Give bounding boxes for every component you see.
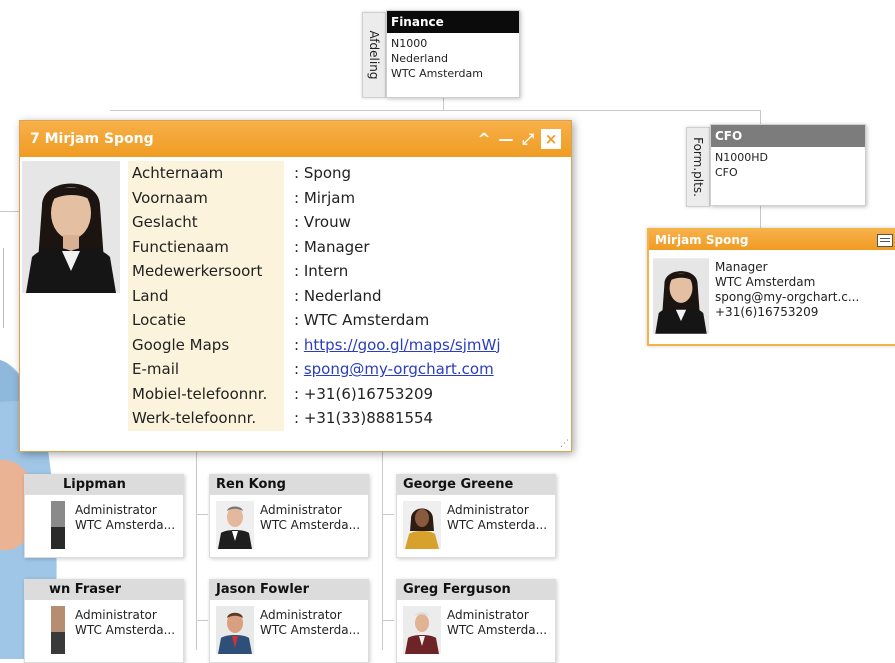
employee-card[interactable]: Greg Ferguson Administrator WTC Amsterda.… (396, 579, 556, 663)
employee-card[interactable]: Lippman Administrator WTC Amsterda... (24, 474, 184, 558)
detail-row-voornaam: Voornaam: Mirjam (128, 185, 505, 210)
employee-name: Lippman (25, 475, 183, 495)
position-role: CFO (715, 166, 738, 179)
employee-photo (22, 161, 120, 293)
department-location: WTC Amsterdam (391, 67, 483, 80)
employee-location: WTC Amsterda... (75, 518, 176, 532)
employee-role: Administrator (447, 608, 529, 622)
employee-location: WTC Amsterda... (260, 518, 361, 532)
position-code: N1000HD (715, 151, 768, 164)
department-country: Nederland (391, 52, 449, 65)
detail-row-mobiel: Mobiel-telefoonnr.: +31(6)16753209 (128, 381, 505, 406)
connector-line (110, 110, 760, 111)
manager-card-title: Manager (715, 260, 768, 274)
manager-card-phone: +31(6)16753209 (715, 305, 819, 319)
employee-name: George Greene (397, 475, 555, 495)
employee-photo (403, 606, 441, 654)
manager-card-location: WTC Amsterdam (715, 275, 816, 289)
connector-line (0, 211, 20, 212)
partial-card-left (0, 248, 4, 328)
department-card[interactable]: Finance N1000 Nederland WTC Amsterdam (386, 10, 520, 98)
department-code: N1000 (391, 37, 428, 50)
employee-role: Administrator (75, 608, 157, 622)
employee-location: WTC Amsterda... (447, 623, 548, 637)
employee-name: Ren Kong (210, 475, 368, 495)
employee-photo (216, 606, 254, 654)
position-card[interactable]: CFO N1000HD CFO (710, 124, 866, 206)
detail-row-land: Land: Nederland (128, 283, 505, 308)
department-title: Finance (387, 11, 519, 33)
detail-row-werk: Werk-telefoonnr.: +31(33)8881554 (128, 406, 505, 431)
employee-card[interactable]: Ren Kong Administrator WTC Amsterda... (209, 474, 369, 558)
connector-line (196, 514, 208, 515)
detail-row-email: E-mail: spong@my-orgchart.com (128, 357, 505, 382)
employee-photo (403, 501, 441, 549)
department-type-tab: Afdeling (362, 12, 386, 98)
employee-card[interactable]: Jason Fowler Administrator WTC Amsterda..… (209, 579, 369, 663)
email-link[interactable]: spong@my-orgchart.com (304, 360, 494, 378)
employee-name: Jason Fowler (210, 580, 368, 600)
detail-row-medewerkersoort: Medewerkersoort: Intern (128, 259, 505, 284)
employee-role: Administrator (260, 608, 342, 622)
connector-line (196, 620, 208, 621)
employee-location: WTC Amsterda... (75, 623, 176, 637)
detail-row-functienaam: Functienaam: Manager (128, 234, 505, 259)
employee-name: Greg Ferguson (397, 580, 555, 600)
popup-title: 7 Mirjam Spong (30, 131, 154, 147)
popup-titlebar[interactable]: 7 Mirjam Spong ^ — ⤢ × (20, 121, 571, 157)
manager-card[interactable]: Mirjam Spong Manager WTC Amsterdam spong… (647, 228, 895, 346)
employee-photo (216, 501, 254, 549)
employee-role: Administrator (260, 503, 342, 517)
employee-name: wn Fraser (25, 580, 183, 600)
connector-line (443, 97, 444, 111)
position-type-label: Form.plts. (691, 137, 705, 197)
manager-card-photo (653, 258, 709, 334)
position-type-tab: Form.plts. (686, 127, 710, 207)
minimize-icon[interactable]: — (497, 130, 515, 148)
connector-line (760, 203, 761, 229)
employee-role: Administrator (447, 503, 529, 517)
connector-line (382, 514, 394, 515)
maximize-icon[interactable]: ⤢ (519, 130, 537, 148)
detail-row-geslacht: Geslacht: Vrouw (128, 210, 505, 235)
google-maps-link[interactable]: https://goo.gl/maps/sjmWj (304, 336, 501, 354)
employee-card[interactable]: George Greene Administrator WTC Amsterda.… (396, 474, 556, 558)
manager-card-email: spong@my-orgchart.c... (715, 290, 860, 304)
employee-detail-popup[interactable]: 7 Mirjam Spong ^ — ⤢ × Achternaam: Spong… (19, 120, 572, 452)
employee-photo (51, 606, 65, 654)
detail-row-google-maps: Google Maps: https://goo.gl/maps/sjmWj (128, 332, 505, 357)
employee-location: WTC Amsterda... (260, 623, 361, 637)
resize-handle-icon[interactable]: ⋰ (560, 439, 569, 449)
detail-row-locatie: Locatie: WTC Amsterdam (128, 308, 505, 333)
collapse-icon[interactable]: ^ (475, 130, 493, 148)
employee-location: WTC Amsterda... (447, 518, 548, 532)
connector-line (382, 620, 394, 621)
position-title: CFO (711, 125, 865, 147)
employee-card[interactable]: wn Fraser Administrator WTC Amsterda... (24, 579, 184, 663)
employee-photo (51, 501, 65, 549)
employee-details-table: Achternaam: Spong Voornaam: Mirjam Gesla… (128, 161, 505, 431)
detail-row-achternaam: Achternaam: Spong (128, 161, 505, 186)
manager-card-name: Mirjam Spong (649, 230, 895, 250)
notes-icon[interactable] (877, 234, 893, 247)
employee-role: Administrator (75, 503, 157, 517)
department-type-label: Afdeling (367, 30, 381, 80)
close-icon[interactable]: × (541, 129, 561, 149)
